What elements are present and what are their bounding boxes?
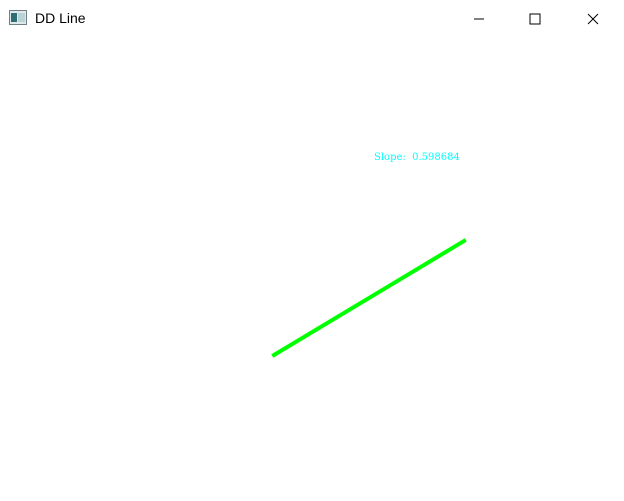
maximize-icon xyxy=(529,13,541,24)
minimize-button[interactable] xyxy=(456,0,502,37)
title-bar[interactable]: DD Line xyxy=(0,0,624,37)
dda-line xyxy=(271,238,467,358)
minimize-icon xyxy=(474,18,484,19)
window-app-icon xyxy=(9,10,27,25)
close-icon xyxy=(587,13,599,24)
line-drawing xyxy=(271,238,467,358)
drawing-canvas xyxy=(0,37,624,501)
window-title: DD Line xyxy=(35,10,86,26)
maximize-button[interactable] xyxy=(512,0,558,37)
close-button[interactable] xyxy=(570,0,616,37)
slope-label: Slope: 0.598684 xyxy=(374,152,460,163)
